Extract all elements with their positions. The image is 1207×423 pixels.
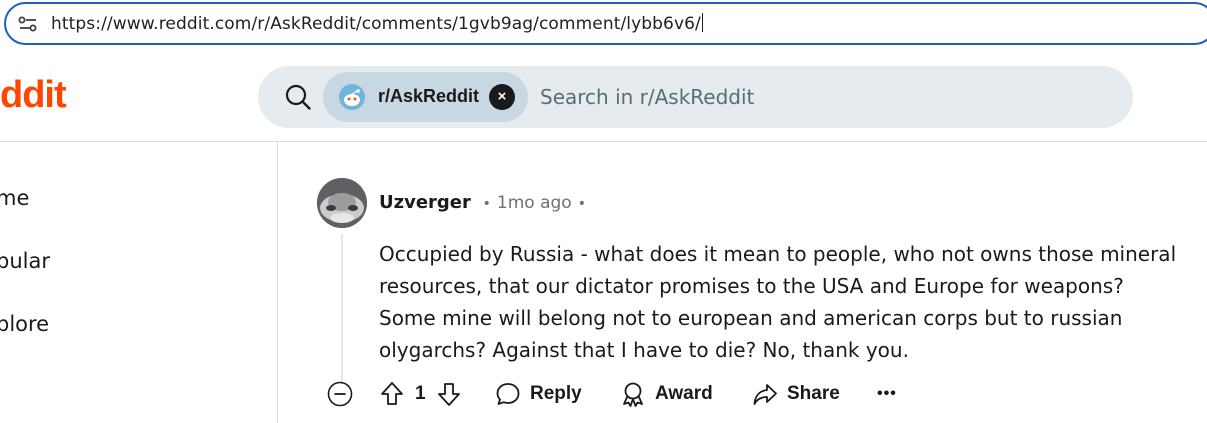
meta-separator: •	[482, 196, 491, 212]
share-button[interactable]: Share	[752, 376, 840, 412]
upvote-button[interactable]	[379, 376, 405, 412]
collapse-thread-button[interactable]	[327, 376, 353, 412]
reply-button[interactable]: Reply	[495, 376, 582, 412]
address-bar[interactable]: https://www.reddit.com/r/AskReddit/comme…	[4, 2, 1207, 45]
downvote-arrow-icon	[438, 383, 460, 406]
search-bar[interactable]: r/AskReddit ×	[258, 66, 1133, 128]
subreddit-chip-label: r/AskReddit	[378, 86, 480, 106]
reply-label: Reply	[530, 383, 582, 404]
share-arrow-icon	[753, 384, 777, 405]
comment-meta: Uzverger • 1mo ago •	[379, 192, 592, 213]
award-button[interactable]: Award	[620, 376, 713, 412]
site-header: ddit r/AskReddit ×	[0, 52, 1207, 142]
site-settings-icon[interactable]	[18, 16, 38, 32]
comment: Uzverger • 1mo ago • Occupied by Russia - …	[279, 142, 1207, 423]
vote-count: 1	[415, 383, 426, 404]
thread-line[interactable]	[341, 234, 343, 384]
upvote-arrow-icon	[381, 382, 403, 405]
sidebar-item-explore[interactable]: plore	[0, 312, 49, 336]
comment-author[interactable]: Uzverger	[379, 192, 471, 213]
text-caret	[701, 13, 703, 32]
downvote-button[interactable]	[436, 376, 462, 412]
comment-timestamp[interactable]: 1mo ago	[497, 193, 572, 213]
sidebar-item-popular[interactable]: pular	[0, 249, 50, 273]
award-label: Award	[655, 383, 713, 404]
reddit-logo[interactable]: ddit	[0, 74, 67, 117]
more-options-icon[interactable]: •••	[877, 376, 897, 412]
comment-bubble-icon	[496, 383, 520, 405]
subreddit-filter-chip[interactable]: r/AskReddit ×	[323, 72, 528, 122]
url-value: https://www.reddit.com/r/AskReddit/comme…	[51, 14, 701, 34]
left-sidebar: me pular plore	[0, 142, 278, 423]
url-text[interactable]: https://www.reddit.com/r/AskReddit/comme…	[51, 13, 703, 34]
share-label: Share	[787, 383, 840, 404]
browser-toolbar: https://www.reddit.com/r/AskReddit/comme…	[0, 0, 1207, 52]
subreddit-avatar-icon	[339, 84, 365, 110]
search-input[interactable]	[540, 84, 1100, 110]
search-icon	[284, 83, 312, 111]
sidebar-item-home[interactable]: me	[0, 186, 29, 210]
collapse-minus-icon	[327, 381, 353, 407]
comment-body: Occupied by Russia - what does it mean t…	[379, 242, 1177, 362]
user-avatar[interactable]	[317, 178, 367, 228]
remove-filter-close-icon[interactable]: ×	[489, 84, 515, 110]
comment-actions: 1 Reply Award Share •••	[327, 376, 927, 412]
meta-separator: •	[577, 196, 586, 212]
award-ribbon-icon	[623, 382, 643, 407]
